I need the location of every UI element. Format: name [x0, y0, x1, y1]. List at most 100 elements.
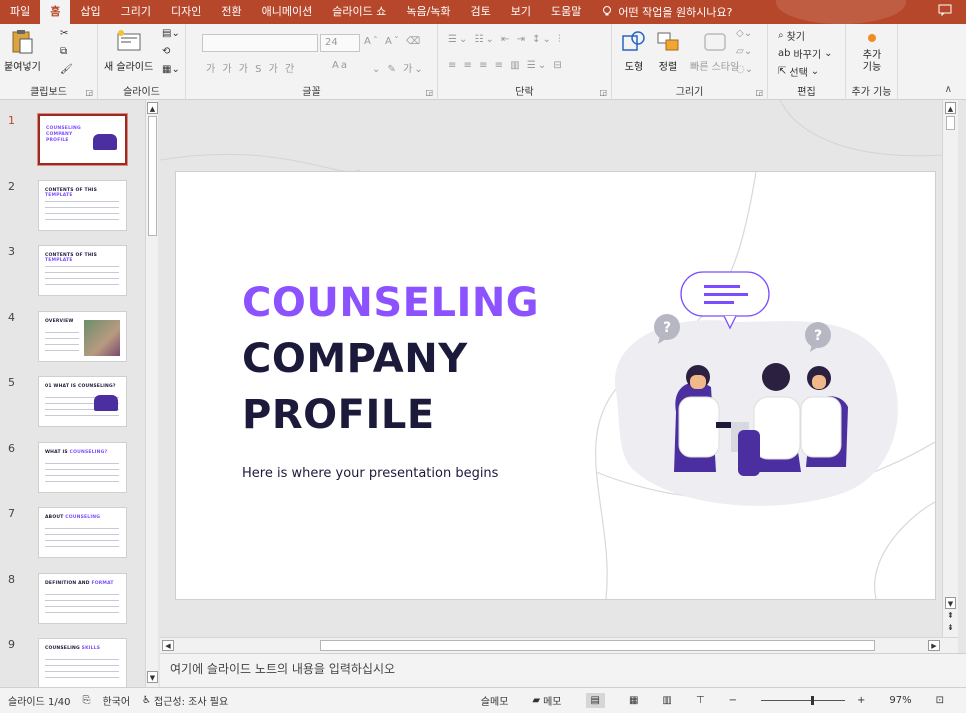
slide-thumbnail[interactable]: DEFINITION AND FORMAT — [38, 572, 127, 624]
current-slide[interactable]: ? ? COUNSELING COMPANY PROFILE Here is w… — [176, 172, 935, 599]
slideshow-icon[interactable]: ⊤ — [696, 695, 705, 706]
next-slide-icon[interactable]: ⇟ — [947, 623, 954, 632]
thumbnail-text-line — [45, 415, 119, 416]
slide-thumbnail[interactable]: CONTENTS OF THIS TEMPLATE — [38, 179, 127, 231]
zoom-slider-knob[interactable] — [811, 696, 815, 705]
language-indicator[interactable]: 한국어 — [102, 693, 130, 708]
format-painter-icon[interactable]: 🖌 — [60, 64, 73, 75]
tab-2[interactable]: 삽입 — [70, 0, 110, 24]
select-button[interactable]: ⇱ 선택 ⌄ — [778, 64, 819, 79]
thumbnail-row[interactable]: 1 COUNSELING COMPANY PROFILE — [0, 114, 145, 178]
reset-icon[interactable]: ⟲ — [162, 46, 170, 57]
tab-6[interactable]: 애니메이션 — [252, 0, 323, 24]
copy-icon[interactable]: ⧉ — [60, 46, 67, 57]
slide-title-line3[interactable]: PROFILE — [242, 392, 435, 438]
shapes-button[interactable]: 도형 — [620, 28, 648, 73]
paste-button[interactable]: 붙여넣기 — [4, 28, 41, 73]
reading-view-icon[interactable]: ▥ — [662, 695, 671, 706]
cut-icon[interactable]: ✂ — [60, 28, 68, 39]
layout-icon[interactable]: ▤⌄ — [162, 28, 180, 39]
tab-3[interactable]: 그리기 — [111, 0, 161, 24]
scroll-right-icon[interactable]: ▶ — [928, 640, 940, 651]
font-color-icons[interactable]: ⌄ ✎ 가⌄ — [372, 60, 425, 75]
replace-button[interactable]: ab 바꾸기 ⌄ — [778, 46, 832, 61]
list-icons[interactable]: ☰⌄ ☷⌄ ⇤ ⇥ ↕⌄ ⫶ — [448, 34, 563, 45]
align-icons[interactable]: ≡ ≡ ≡ ≡ ▥ ☰⌄ ⊟ — [448, 60, 564, 71]
spellcheck-icon[interactable]: ⎘ — [82, 695, 90, 706]
font-size-box[interactable]: 24 — [320, 34, 360, 52]
clipboard-launcher-icon[interactable]: ◲ — [85, 88, 93, 97]
font-format-icons[interactable]: 가 가 가 S 가 간 — [206, 60, 296, 75]
slide-thumbnail[interactable]: 01 WHAT IS COUNSELING? — [38, 376, 127, 427]
change-case-button[interactable]: Aa — [332, 60, 349, 71]
tab-9[interactable]: 검토 — [461, 0, 501, 24]
thumbnail-scrollbar[interactable]: ▲ ▼ — [145, 100, 158, 687]
accessibility-button[interactable]: ♿ 접근성: 조사 필요 — [142, 693, 228, 708]
paragraph-launcher-icon[interactable]: ◲ — [599, 88, 607, 97]
slide-vertical-scrollbar[interactable]: ▲ ▼ ⇞ ⇟ — [942, 100, 958, 637]
zoom-in-icon[interactable]: + — [857, 695, 865, 706]
slide-horizontal-scrollbar[interactable]: ◀ ▶ — [160, 637, 958, 653]
scroll-down-arrow-icon[interactable]: ▼ — [147, 671, 158, 683]
find-button[interactable]: ⌕ 찾기 — [778, 28, 805, 43]
slide-thumbnail[interactable]: ABOUT COUNSELING — [38, 507, 127, 558]
thumbnail-row[interactable]: 9 COUNSELING SKILLS — [0, 638, 145, 687]
font-launcher-icon[interactable]: ◲ — [425, 88, 433, 97]
thumbnail-row[interactable]: 3 CONTENTS OF THIS TEMPLATE — [0, 245, 145, 309]
tell-me-search[interactable]: 어떤 작업을 원하시나요? — [591, 4, 732, 20]
quick-styles-button[interactable]: 빠른 스타일 — [690, 28, 739, 73]
collapse-ribbon-icon[interactable]: ∧ — [945, 84, 952, 95]
shape-outline-icon[interactable]: ▱⌄ — [736, 46, 752, 57]
previous-slide-icon[interactable]: ⇞ — [947, 611, 954, 620]
tab-1[interactable]: 홈 — [40, 0, 71, 24]
comments-button[interactable]: ▰ 메모 — [532, 693, 561, 708]
slide-title-line2[interactable]: COMPANY — [242, 336, 468, 382]
scroll-left-icon[interactable]: ◀ — [162, 640, 174, 651]
font-name-box[interactable] — [202, 34, 318, 52]
arrange-button[interactable]: 정렬 — [654, 28, 682, 73]
slide-thumbnail[interactable]: CONTENTS OF THIS TEMPLATE — [38, 245, 127, 296]
thumbnail-row[interactable]: 2 CONTENTS OF THIS TEMPLATE — [0, 179, 145, 244]
tab-7[interactable]: 슬라이드 쇼 — [322, 0, 396, 24]
slide-thumbnail[interactable]: COUNSELING COMPANY PROFILE — [38, 114, 127, 165]
slide-scroll-down-icon[interactable]: ▼ — [945, 597, 956, 609]
shape-effects-icon[interactable]: ◌⌄ — [736, 64, 753, 75]
slide-thumbnail[interactable]: OVERVIEW — [38, 310, 127, 362]
tab-11[interactable]: 도움말 — [541, 0, 591, 24]
slide-thumbnail[interactable]: COUNSELING SKILLS — [38, 638, 127, 687]
thumbnail-row[interactable]: 5 01 WHAT IS COUNSELING? — [0, 376, 145, 440]
scroll-up-arrow-icon[interactable]: ▲ — [147, 102, 158, 114]
drawing-launcher-icon[interactable]: ◲ — [755, 88, 763, 97]
slide-title-line1[interactable]: COUNSELING — [242, 280, 539, 326]
addins-button[interactable]: 추가 기능 — [850, 28, 894, 74]
zoom-out-icon[interactable]: − — [729, 695, 737, 706]
tab-10[interactable]: 보기 — [501, 0, 541, 24]
tab-5[interactable]: 전환 — [211, 0, 251, 24]
slide-thumbnail[interactable]: WHAT IS COUNSELING? — [38, 441, 127, 493]
tab-8[interactable]: 녹음/녹화 — [396, 0, 460, 24]
zoom-slider[interactable] — [760, 696, 845, 705]
slide-subtitle[interactable]: Here is where your presentation begins — [242, 466, 498, 481]
zoom-level[interactable]: 97% — [889, 695, 911, 706]
shape-fill-icon[interactable]: ◇⌄ — [736, 28, 752, 39]
thumbnail-scroll-thumb[interactable] — [148, 116, 157, 236]
comments-icon[interactable] — [938, 4, 966, 20]
ribbon-tabs: 파일 홈 삽입 그리기 디자인 전환 애니메이션 슬라이드 쇼 녹음/녹화 검토 보기 도움말 — [0, 0, 591, 24]
font-size-adjust-icons[interactable]: Aˆ Aˇ ⌫ — [364, 36, 422, 47]
tab-0[interactable]: 파일 — [0, 0, 40, 24]
section-icon[interactable]: ▦⌄ — [162, 64, 180, 75]
thumbnail-row[interactable]: 6 WHAT IS COUNSELING? — [0, 441, 145, 506]
tab-4[interactable]: 디자인 — [161, 0, 211, 24]
slide-sorter-icon[interactable]: ▦ — [629, 695, 638, 706]
slide-scroll-up-icon[interactable]: ▲ — [945, 102, 956, 114]
horizontal-scroll-thumb[interactable] — [320, 640, 875, 651]
thumbnail-row[interactable]: 7 ABOUT COUNSELING — [0, 507, 145, 571]
normal-view-icon[interactable]: ▤ — [585, 693, 605, 708]
fit-to-window-icon[interactable]: ⊡ — [936, 695, 944, 706]
new-slide-button[interactable]: 새 슬라이드 — [104, 28, 153, 73]
thumbnail-row[interactable]: 8 DEFINITION AND FORMAT — [0, 572, 145, 637]
slide-notes-area[interactable]: 여기에 슬라이드 노트의 내용을 입력하십시오 — [160, 653, 966, 687]
notes-button[interactable]: 슬메모 — [481, 693, 509, 708]
thumbnail-row[interactable]: 4 OVERVIEW — [0, 310, 145, 375]
slide-scroll-thumb[interactable] — [946, 116, 955, 130]
